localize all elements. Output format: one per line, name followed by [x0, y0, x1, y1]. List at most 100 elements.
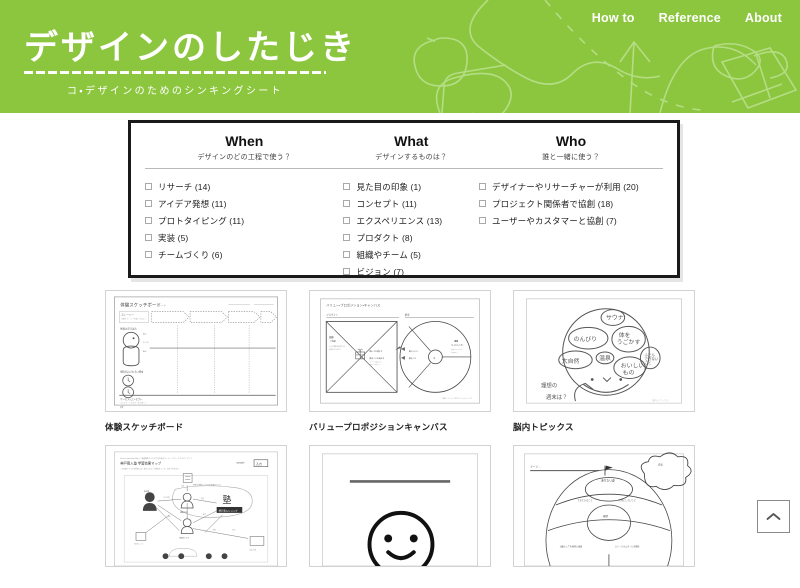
- filter-options-who: デザイナーやリサーチャーが利用 (20) プロジェクト関係者で協創 (18) ユ…: [479, 179, 663, 229]
- filter-option-label: プロジェクト関係者で協創 (18): [492, 198, 614, 209]
- svg-text:理想の: 理想の: [541, 381, 557, 389]
- filter-option-users-customers[interactable]: ユーザーやカスタマーと協創 (7): [479, 213, 663, 229]
- sheet-card-value-proposition-canvas[interactable]: バリュー・プロポジション・キャンバス プロダクト 顧客 価値 （手段） どんな価…: [309, 290, 491, 433]
- checkbox-icon[interactable]: [343, 200, 351, 208]
- filter-option-label: プロトタイピング (11): [158, 215, 245, 226]
- filter-options-what: 見た目の印象 (1) コンセプト (11) エクスペリエンス (13) プロダク…: [343, 179, 479, 280]
- scroll-to-top-button[interactable]: [757, 500, 790, 533]
- sheet-thumbnail-value-proposition-canvas[interactable]: バリュー・プロポジション・キャンバス プロダクト 顧客 価値 （手段） どんな価…: [309, 290, 491, 412]
- sheet-card-experience-sketch-board[interactable]: 体験スケッチボード シート ストーリー 体験ストーリーを書いてみよう 感情の浮き…: [105, 290, 287, 433]
- filter-option-prototyping[interactable]: プロトタイピング (11): [145, 213, 343, 229]
- sheet-caption: 脳内トピックス: [513, 422, 574, 432]
- sheet-card-stakeholder-map[interactable]: Service Innovation Map ／ 価値構造とつながりの可視化ツー…: [105, 445, 287, 576]
- filter-subtitle-what: デザインするものは？: [375, 154, 448, 161]
- sheet-thumbnail-face-sheet[interactable]: [309, 445, 491, 567]
- filter-panel: When デザインのどの工程で使う？ リサーチ (14) アイデア発想 (11)…: [128, 120, 680, 278]
- filter-panel-wrapper: When デザインのどの工程で使う？ リサーチ (14) アイデア発想 (11)…: [128, 120, 680, 278]
- nav-item-how-to[interactable]: How to: [592, 10, 635, 26]
- checkbox-icon[interactable]: [145, 217, 152, 225]
- filter-option-label: リサーチ (14): [158, 181, 211, 192]
- filter-title-when: When: [225, 133, 264, 149]
- filter-options-when: リサーチ (14) アイデア発想 (11) プロトタイピング (11) 実装 (…: [145, 179, 343, 263]
- brain-topics-illustration: サウナ のんびり 体を うごかす 大自然 温泉 おいしい もの ふだん できない…: [526, 298, 682, 404]
- sheet-card-brain-topics[interactable]: サウナ のんびり 体を うごかす 大自然 温泉 おいしい もの ふだん できない…: [513, 290, 695, 433]
- filter-option-appearance[interactable]: 見た目の印象 (1): [343, 179, 479, 195]
- filter-option-ideation[interactable]: アイデア発想 (11): [145, 196, 343, 212]
- filter-option-label: プロダクト (8): [356, 232, 413, 243]
- sheet-row: Service Innovation Map ／ 価値構造とつながりの可視化ツー…: [0, 445, 800, 576]
- svg-text:地域の人たち: 地域の人たち: [179, 536, 189, 539]
- filter-subtitle-who: 誰と一緒に使う？: [542, 154, 600, 161]
- filter-rule-when: [145, 169, 343, 170]
- svg-text:感情の浮き沈み: 感情の浮き沈み: [120, 326, 137, 330]
- filter-option-concept[interactable]: コンセプト (11): [343, 196, 479, 212]
- checkbox-icon[interactable]: [145, 251, 152, 259]
- site-header: デザインのしたじき コ・デザインのためのシンキングシート How to Refe…: [0, 0, 800, 113]
- sheet-card-globe-sheet[interactable]: テーマ： ありたい姿 現状 できていること 大切にしたいこと 活動としての意味と…: [513, 445, 695, 576]
- svg-text:プロダクト: プロダクト: [326, 313, 338, 317]
- filter-option-team-building[interactable]: チームづくり (6): [145, 247, 343, 263]
- brand-title: デザインのしたじき: [24, 28, 357, 68]
- filter-option-research[interactable]: リサーチ (14): [145, 179, 343, 195]
- svg-text:のんびり: のんびり: [574, 335, 598, 343]
- svg-text:こと: こと: [644, 360, 651, 365]
- checkbox-icon[interactable]: [479, 183, 487, 191]
- sheet-thumbnail-brain-topics[interactable]: サウナ のんびり 体を うごかす 大自然 温泉 おいしい もの ふだん できない…: [513, 290, 695, 412]
- sheet-card-face-sheet[interactable]: [309, 445, 491, 576]
- filter-option-label: アイデア発想 (11): [158, 198, 227, 209]
- svg-text:テーマ：: テーマ：: [530, 465, 540, 469]
- sheet-row: 体験スケッチボード シート ストーリー 体験ストーリーを書いてみよう 感情の浮き…: [0, 290, 800, 433]
- svg-text:もの: もの: [623, 370, 635, 377]
- svg-text:体験スケッチボード: 体験スケッチボード: [120, 302, 161, 309]
- svg-text:ストーリー: ストーリー: [121, 313, 134, 317]
- brand-subtitle: コ・デザインのためのシンキングシート: [66, 86, 284, 97]
- nav-item-reference[interactable]: Reference: [659, 10, 721, 26]
- filter-option-product[interactable]: プロダクト (8): [343, 230, 479, 246]
- svg-text:ありたい姿: ありたい姿: [601, 478, 615, 482]
- filter-option-label: ユーザーやカスタマーと協創 (7): [492, 215, 617, 226]
- filter-option-project-stakeholders[interactable]: プロジェクト関係者で協創 (18): [479, 196, 663, 212]
- main-navigation: How to Reference About: [592, 10, 782, 26]
- checkbox-icon[interactable]: [479, 200, 487, 208]
- face-sheet-illustration: [322, 453, 478, 566]
- checkbox-icon[interactable]: [343, 234, 351, 242]
- svg-text:バリュー・プロポジション・キャンバス: バリュー・プロポジション・キャンバス: [326, 303, 380, 308]
- sheet-grid: 体験スケッチボード シート ストーリー 体験ストーリーを書いてみよう 感情の浮き…: [0, 290, 800, 588]
- checkbox-icon[interactable]: [343, 183, 351, 191]
- filter-option-designers-researchers[interactable]: デザイナーやリサーチャーが利用 (20): [479, 179, 663, 195]
- filter-option-implementation[interactable]: 実装 (5): [145, 230, 343, 246]
- checkbox-icon[interactable]: [479, 217, 487, 225]
- sheet-thumbnail-globe-sheet[interactable]: テーマ： ありたい姿 現状 できていること 大切にしたいこと 活動としての意味と…: [513, 445, 695, 567]
- sheet-thumbnail-stakeholder-map[interactable]: Service Innovation Map ／ 価値構造とつながりの可視化ツー…: [105, 445, 287, 567]
- brand-logo[interactable]: デザインのしたじき コ・デザインのためのシンキングシート: [24, 28, 357, 97]
- checkbox-icon[interactable]: [343, 217, 351, 225]
- filter-option-label: 組織やチーム (5): [356, 249, 421, 260]
- filter-option-organization-team[interactable]: 組織やチーム (5): [343, 247, 479, 263]
- chevron-up-icon: [766, 513, 781, 520]
- sheet-thumbnail-experience-sketch-board[interactable]: 体験スケッチボード シート ストーリー 体験ストーリーを書いてみよう 感情の浮き…: [105, 290, 287, 412]
- filter-option-label: コンセプト (11): [356, 198, 417, 209]
- filter-column-when: When デザインのどの工程で使う？ リサーチ (14) アイデア発想 (11)…: [145, 133, 343, 267]
- filter-option-experience[interactable]: エクスペリエンス (13): [343, 213, 479, 229]
- svg-text:神戸商人ショップ: 神戸商人ショップ: [219, 508, 239, 512]
- nav-item-about[interactable]: About: [745, 10, 782, 26]
- filter-title-what: What: [394, 133, 429, 149]
- filter-column-what: What デザインするものは？ 見た目の印象 (1) コンセプト (11) エク…: [343, 133, 479, 277]
- checkbox-icon[interactable]: [343, 251, 351, 259]
- checkbox-icon[interactable]: [343, 268, 351, 276]
- checkbox-icon[interactable]: [145, 234, 152, 242]
- checkbox-icon[interactable]: [145, 183, 152, 191]
- sheet-caption: 体験スケッチボード: [105, 422, 184, 432]
- svg-text:塾: 塾: [223, 494, 232, 505]
- checkbox-icon[interactable]: [145, 200, 152, 208]
- svg-text:サウナ: サウナ: [606, 314, 624, 322]
- filter-option-vision[interactable]: ビジョン (7): [343, 264, 479, 280]
- svg-text:神戸商人塾 学習効果マップ: 神戸商人塾 学習効果マップ: [120, 461, 162, 466]
- filter-title-who: Who: [555, 133, 587, 149]
- svg-text:温泉: 温泉: [599, 354, 611, 362]
- svg-text:講師・先生: 講師・先生: [180, 511, 188, 514]
- svg-text:おいしい: おいしい: [621, 363, 645, 370]
- svg-text:将来: 将来: [658, 463, 663, 467]
- filter-subtitle-when: デザインのどの工程で使う？: [197, 154, 292, 161]
- svg-text:脳内トピックス: 脳内トピックス: [652, 398, 669, 402]
